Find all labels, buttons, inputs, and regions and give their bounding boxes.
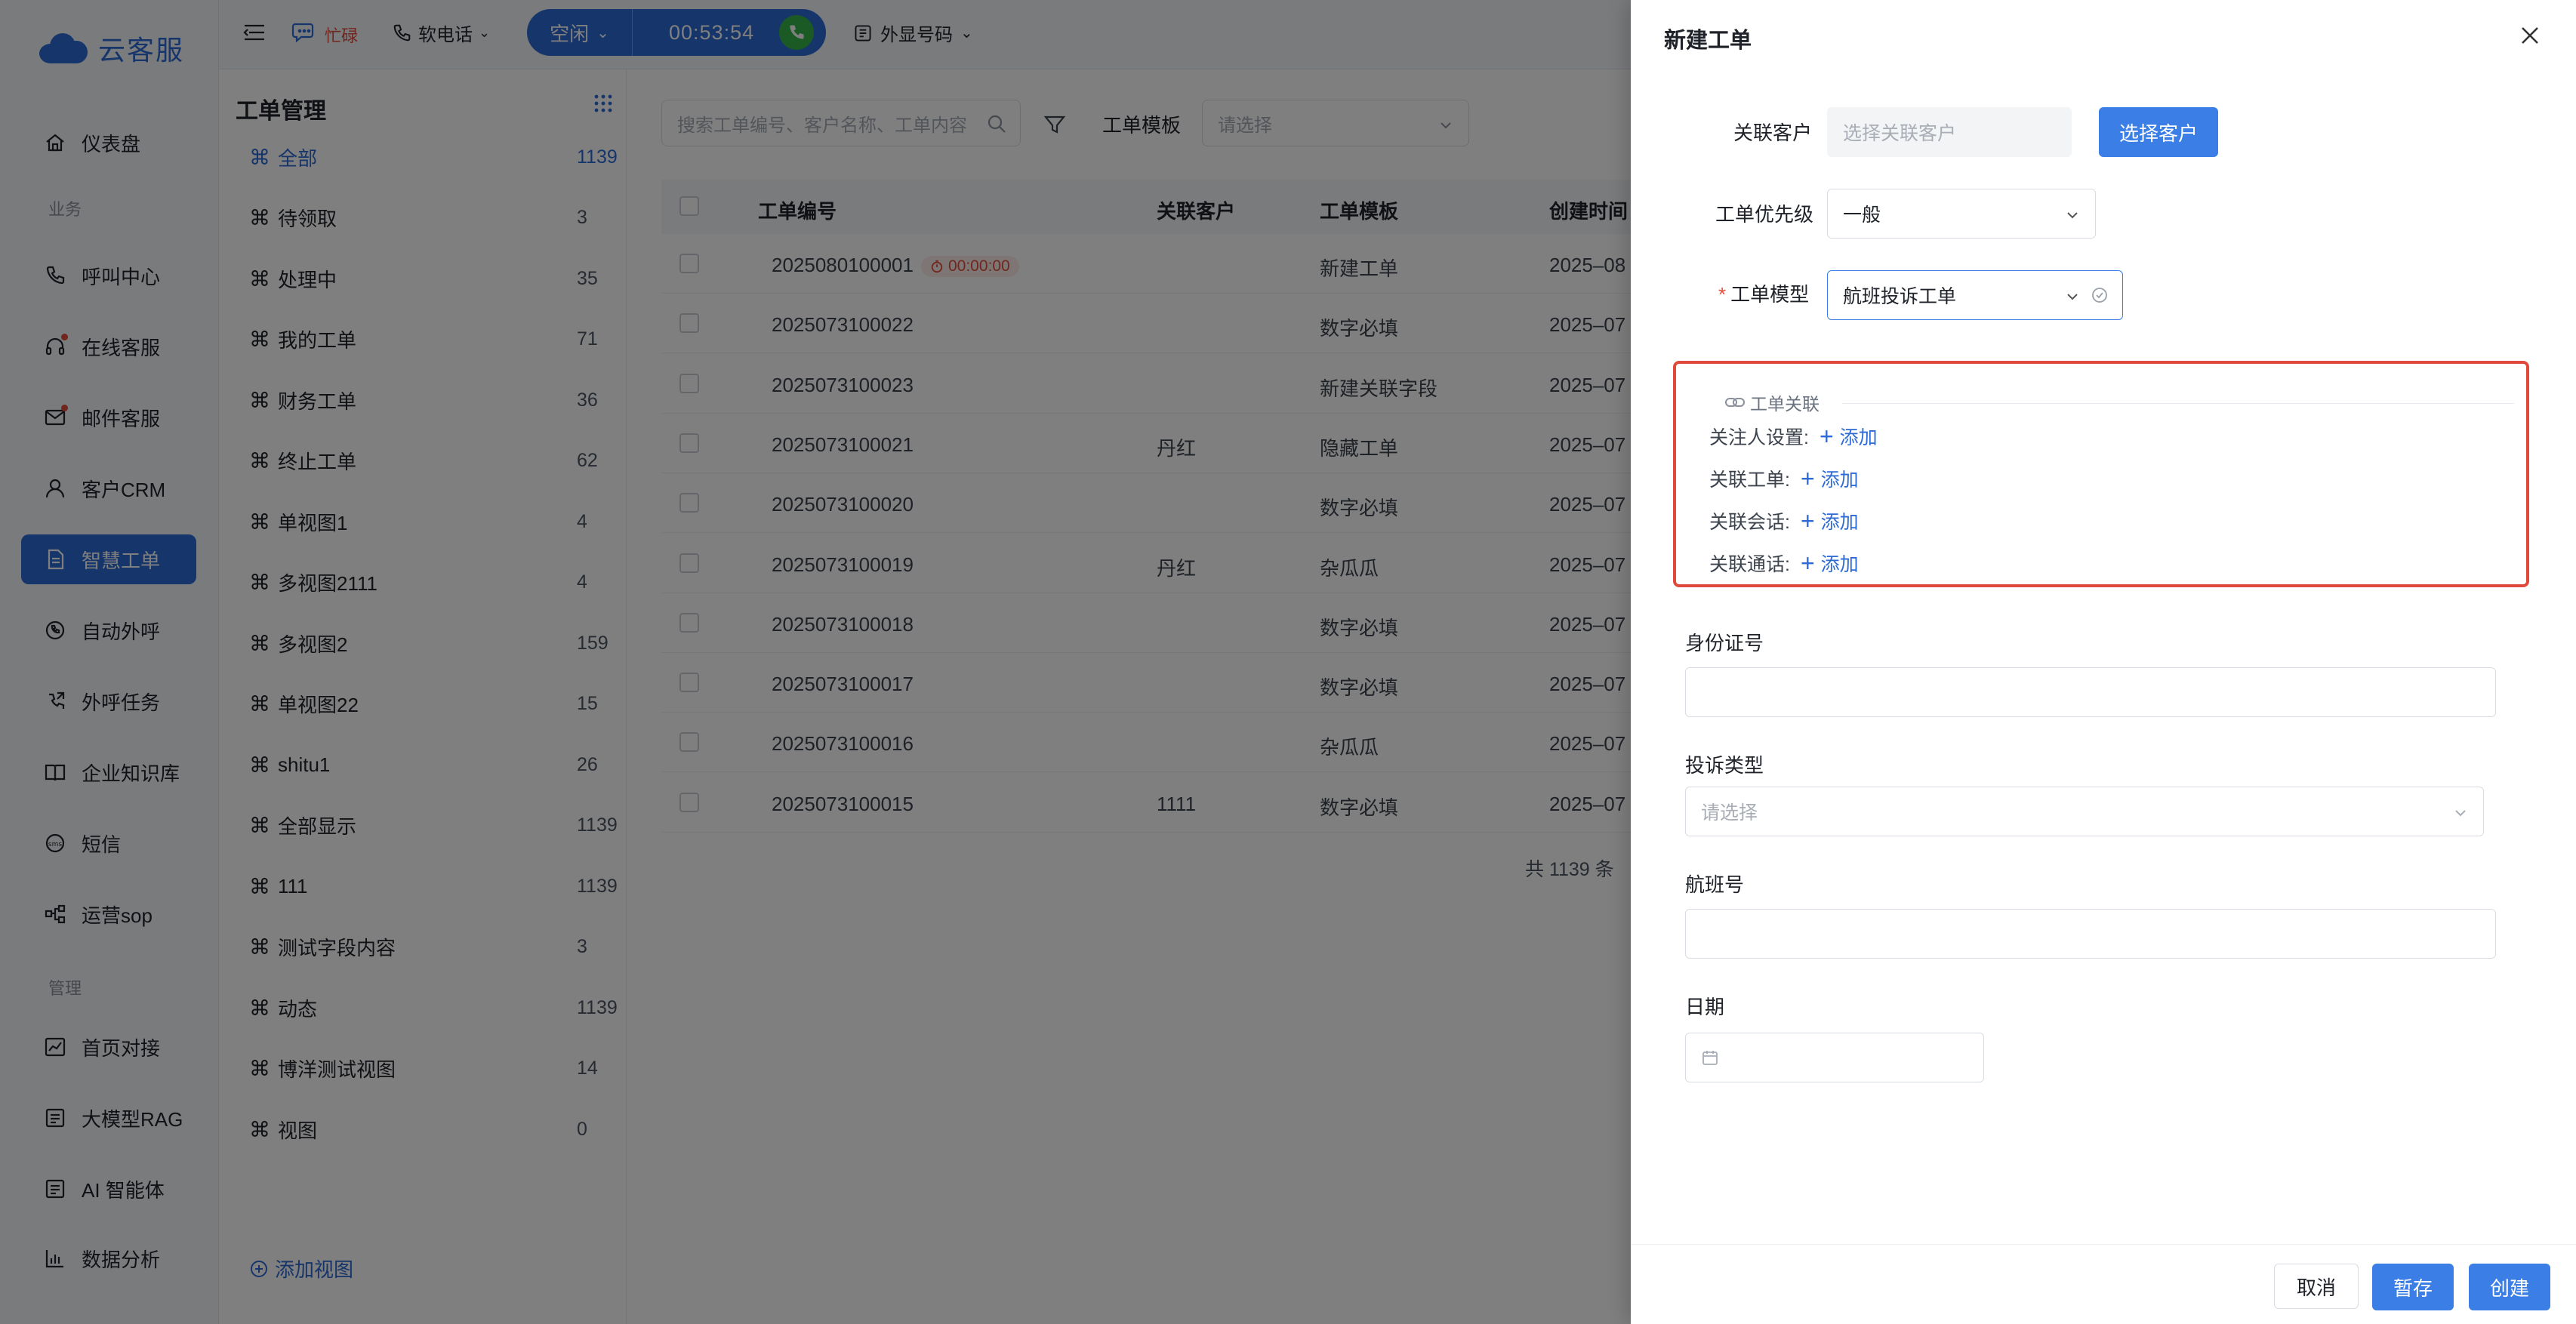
priority-select[interactable]: 一般	[1827, 189, 2096, 239]
customer-placeholder: 选择关联客户	[1843, 123, 1957, 144]
association-label: 关联工单:	[1709, 470, 1790, 491]
chevron-down-icon	[2065, 288, 2080, 309]
model-label: * 工单模型	[1718, 283, 1810, 306]
add-label: 添加	[1839, 427, 1878, 448]
complaint-type-placeholder: 请选择	[1701, 802, 1758, 824]
chevron-down-icon	[2453, 804, 2468, 826]
customer-input[interactable]: 选择关联客户	[1827, 107, 2072, 157]
association-row: 关联工单: + 添加	[1709, 465, 1859, 492]
add-association-button[interactable]: + 添加	[1820, 423, 1878, 450]
association-row: 关联会话: + 添加	[1709, 507, 1859, 534]
save-draft-button[interactable]: 暂存	[2372, 1264, 2454, 1310]
clear-circle-icon[interactable]	[2091, 286, 2109, 309]
divider	[1842, 403, 2514, 404]
new-ticket-drawer: 新建工单 关联客户 选择关联客户 选择客户 工单优先级 一般 * 工单模型 航班投…	[1631, 0, 2576, 1324]
drawer-title: 新建工单	[1664, 29, 1752, 53]
cancel-button[interactable]: 取消	[2274, 1264, 2359, 1309]
priority-value: 一般	[1843, 205, 1881, 226]
plus-icon: +	[1800, 550, 1815, 577]
plus-icon: +	[1800, 507, 1815, 534]
plus-icon: +	[1800, 465, 1815, 492]
complaint-type-select[interactable]: 请选择	[1685, 787, 2484, 836]
flight-number-label: 航班号	[1685, 873, 1745, 896]
add-label: 添加	[1820, 554, 1859, 575]
add-association-button[interactable]: + 添加	[1801, 465, 1859, 492]
modal-overlay[interactable]	[0, 0, 1631, 1324]
model-value: 航班投诉工单	[1843, 286, 1957, 307]
flight-number-input[interactable]	[1685, 909, 2496, 959]
link-icon	[1725, 398, 1745, 407]
plus-icon: +	[1819, 423, 1834, 450]
add-association-button[interactable]: + 添加	[1801, 550, 1859, 577]
association-label: 关联通话:	[1709, 554, 1790, 575]
id-number-label: 身份证号	[1685, 632, 1764, 654]
close-icon[interactable]	[2519, 24, 2541, 47]
add-label: 添加	[1820, 470, 1859, 491]
association-row: 关注人设置: + 添加	[1709, 423, 1878, 450]
model-label-text: 工单模型	[1730, 283, 1810, 306]
association-label: 关联会话:	[1709, 512, 1790, 533]
calendar-icon	[1702, 1051, 1718, 1065]
date-picker[interactable]	[1685, 1033, 1984, 1082]
create-button[interactable]: 创建	[2469, 1264, 2550, 1310]
add-label: 添加	[1820, 512, 1859, 533]
association-label: 关注人设置:	[1709, 427, 1809, 448]
association-row: 关联通话: + 添加	[1709, 550, 1859, 577]
model-select[interactable]: 航班投诉工单	[1827, 270, 2123, 320]
ticket-association-section: 工单关联 关注人设置: + 添加 关联工单: + 添加 关联会话: + 添加 关联通话…	[1673, 361, 2529, 587]
complaint-type-label: 投诉类型	[1685, 754, 1764, 777]
customer-label: 关联客户	[1733, 122, 1813, 144]
id-number-input[interactable]	[1685, 667, 2496, 717]
association-title: 工单关联	[1724, 390, 1820, 415]
chevron-down-icon	[2065, 206, 2080, 228]
footer-divider	[1631, 1244, 2576, 1245]
priority-label: 工单优先级	[1715, 203, 1814, 226]
association-title-text: 工单关联	[1750, 394, 1820, 414]
add-association-button[interactable]: + 添加	[1801, 507, 1859, 534]
select-customer-button[interactable]: 选择客户	[2099, 107, 2218, 157]
date-label: 日期	[1685, 996, 1725, 1018]
